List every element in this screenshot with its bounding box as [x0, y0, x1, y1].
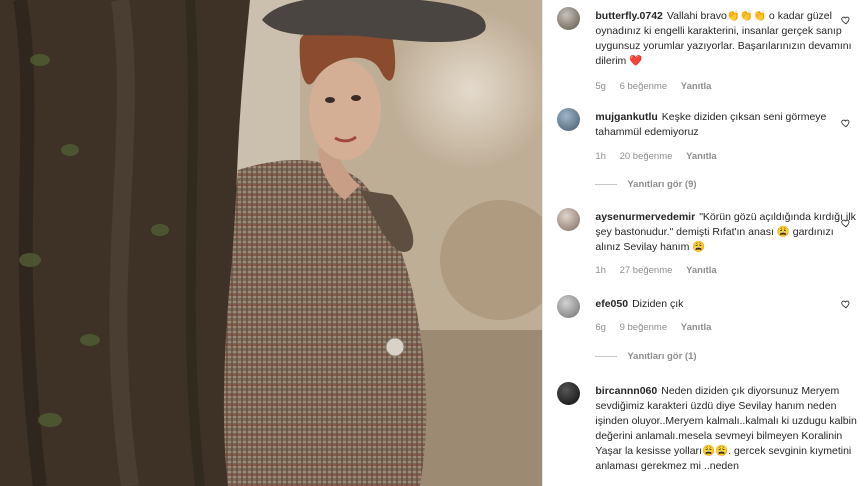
heart-outline-icon[interactable] [841, 118, 851, 128]
avatar[interactable] [557, 382, 581, 405]
comment-time: 5g [595, 81, 606, 92]
avatar[interactable] [557, 7, 581, 30]
view-replies-button[interactable]: Yanıtları gör (1) [595, 351, 697, 362]
post-photo[interactable] [0, 0, 543, 486]
avatar[interactable] [557, 108, 581, 131]
heart-outline-icon[interactable] [841, 15, 851, 25]
comment-body: mujgankutlu Keşke diziden çıksan seni gör… [595, 110, 857, 140]
divider-line [595, 183, 618, 185]
comment-text: Diziden çık [632, 298, 684, 310]
comments-panel[interactable]: butterfly.0742 Vallahi bravo👏👏👏 o kadar g… [542, 0, 864, 486]
portrait-image [0, 0, 543, 486]
comment-meta: 5g 6 beğenme Yanıtla [595, 81, 722, 92]
comment-time: 1h [595, 151, 606, 162]
comment-body: efe050 Diziden çık [595, 297, 857, 312]
reply-button[interactable]: Yanıtla [686, 265, 717, 276]
comment-likes[interactable]: 9 beğenme [620, 322, 668, 333]
comment-body: aysenurmervedemir "Körün gözü açıldığında… [595, 210, 857, 255]
comment-username[interactable]: butterfly.0742 [595, 10, 663, 22]
reply-button[interactable]: Yanıtla [681, 322, 712, 333]
comment-meta: 6g 9 beğenme Yanıtla [595, 322, 722, 333]
view-replies-button[interactable]: Yanıtları gör (9) [595, 179, 697, 190]
avatar[interactable] [557, 208, 581, 231]
view-replies-label: Yanıtları gör (9) [627, 179, 697, 190]
reply-button[interactable]: Yanıtla [681, 81, 712, 92]
comment-username[interactable]: efe050 [595, 298, 628, 310]
heart-outline-icon[interactable] [841, 299, 851, 309]
comment-likes[interactable]: 20 beğenme [620, 151, 673, 162]
comment-time: 1h [595, 265, 606, 276]
comment-username[interactable]: aysenurmervedemir [595, 211, 695, 223]
comment-body: bircannn060 Neden diziden çık diyorsunuz … [595, 384, 857, 474]
comment-username[interactable]: bircannn060 [595, 385, 657, 397]
comment-username[interactable]: mujgankutlu [595, 111, 657, 123]
comment-body: butterfly.0742 Vallahi bravo👏👏👏 o kadar g… [595, 9, 857, 69]
avatar[interactable] [557, 295, 581, 318]
view-replies-label: Yanıtları gör (1) [627, 351, 697, 362]
comment-likes[interactable]: 27 beğenme [620, 265, 673, 276]
heart-outline-icon[interactable] [841, 218, 851, 228]
post-viewer: butterfly.0742 Vallahi bravo👏👏👏 o kadar g… [0, 0, 864, 486]
reply-button[interactable]: Yanıtla [686, 151, 717, 162]
comment-time: 6g [595, 322, 606, 333]
comment-likes[interactable]: 6 beğenme [620, 81, 668, 92]
comment-text: Neden diziden çık diyorsunuz Meryem sevd… [595, 385, 857, 472]
comment-meta: 1h 20 beğenme Yanıtla [595, 151, 727, 162]
divider-line [595, 355, 618, 357]
comment-meta: 1h 27 beğenme Yanıtla [595, 265, 727, 276]
